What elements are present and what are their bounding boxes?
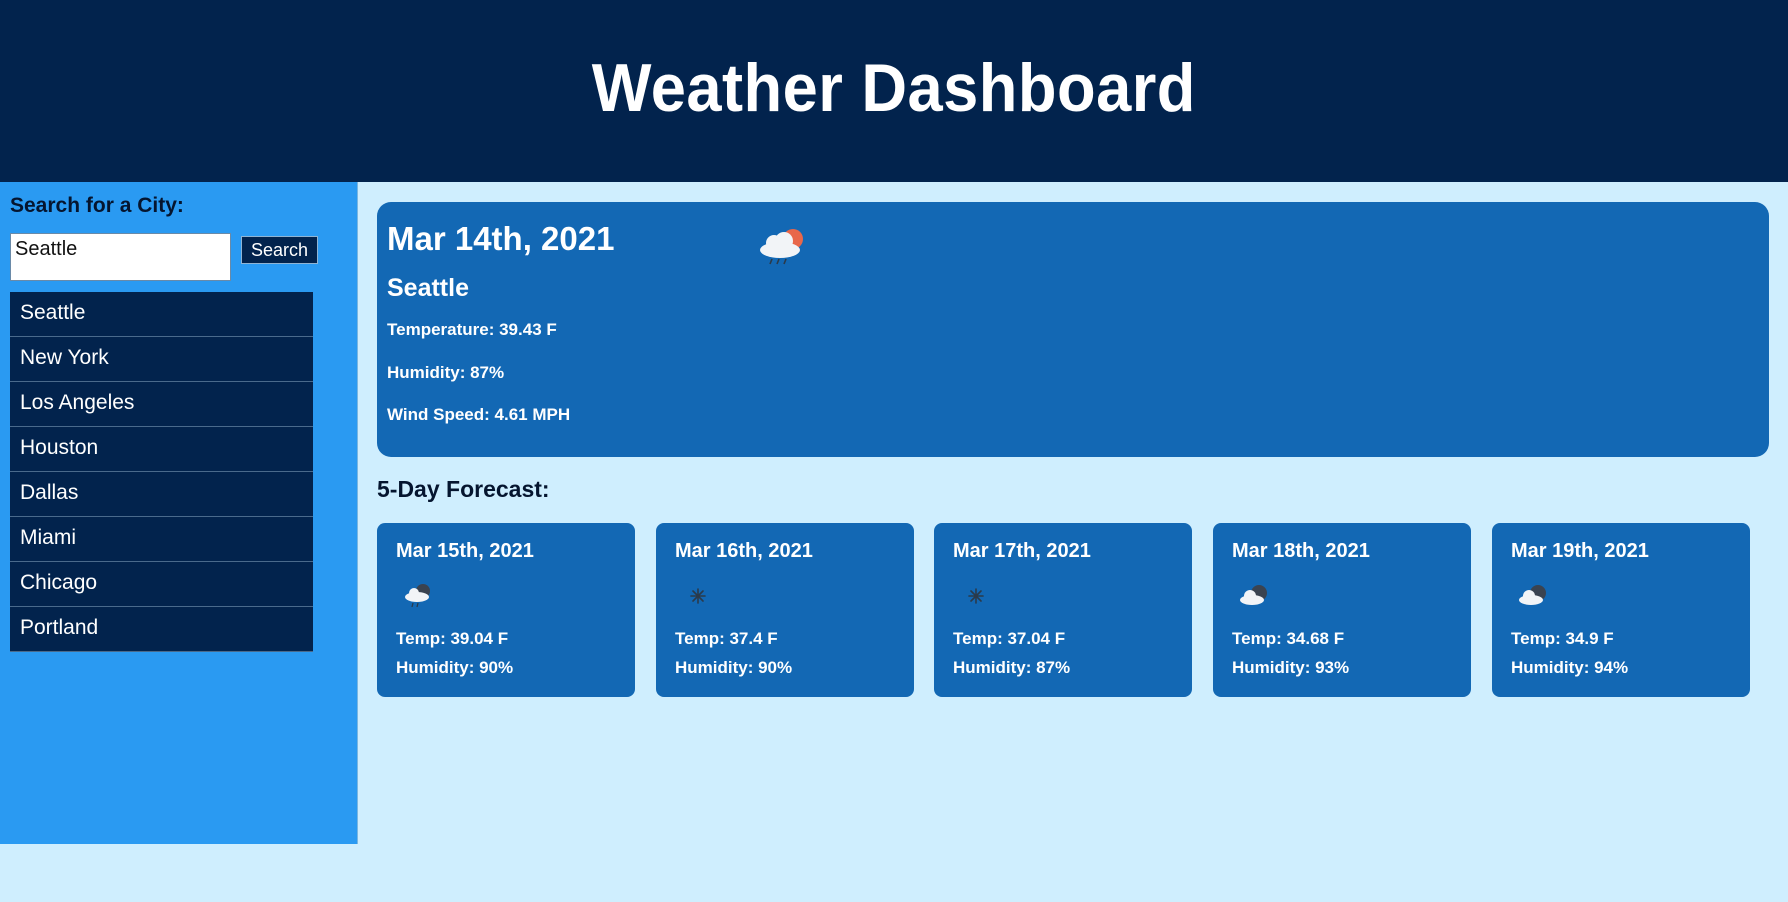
current-city-name: Seattle xyxy=(387,274,469,302)
forecast-date: Mar 16th, 2021 xyxy=(675,540,813,562)
forecast-humidity: Humidity: 93% xyxy=(1232,658,1350,677)
rain-cloud-icon xyxy=(401,581,437,611)
forecast-card: Mar 16th, 2021 Temp: 37.4 F Humidity: 90… xyxy=(656,523,914,697)
forecast-temp: Temp: 37.4 F xyxy=(675,629,778,648)
forecast-temp: Temp: 39.04 F xyxy=(396,629,509,648)
city-item-dallas[interactable]: Dallas xyxy=(10,472,313,517)
snowflake-icon xyxy=(958,581,994,611)
current-humidity: Humidity: 87% xyxy=(387,363,505,382)
current-temperature: Temperature: 39.43 F xyxy=(387,320,557,339)
forecast-title: 5-Day Forecast: xyxy=(377,476,550,502)
snowflake-icon xyxy=(680,581,716,611)
city-item-chicago[interactable]: Chicago xyxy=(10,562,313,607)
page-title: Weather Dashboard xyxy=(591,50,1197,126)
current-date: Mar 14th, 2021 xyxy=(387,220,615,257)
forecast-humidity: Humidity: 90% xyxy=(675,658,793,677)
forecast-date: Mar 15th, 2021 xyxy=(396,540,534,562)
forecast-card: Mar 15th, 2021 Temp: 39.04 F Humidity: 9… xyxy=(377,523,635,697)
city-item-los-angeles[interactable]: Los Angeles xyxy=(10,382,313,427)
page-header: Weather Dashboard xyxy=(0,0,1788,182)
current-weather-card: Mar 14th, 2021 Seattle Temperature: 39.4… xyxy=(377,202,1769,457)
city-item-portland[interactable]: Portland xyxy=(10,607,313,652)
city-item-houston[interactable]: Houston xyxy=(10,427,313,472)
forecast-date: Mar 19th, 2021 xyxy=(1511,540,1649,562)
city-history-list: Seattle New York Los Angeles Houston Dal… xyxy=(10,292,313,652)
rain-cloud-sun-icon xyxy=(752,226,812,270)
forecast-card: Mar 19th, 2021 Temp: 34.9 F Humidity: 94… xyxy=(1492,523,1750,697)
partly-cloudy-night-icon xyxy=(1237,581,1273,611)
city-search-input[interactable] xyxy=(10,233,231,281)
city-item-miami[interactable]: Miami xyxy=(10,517,313,562)
forecast-humidity: Humidity: 94% xyxy=(1511,658,1629,677)
forecast-date: Mar 18th, 2021 xyxy=(1232,540,1370,562)
forecast-card: Mar 17th, 2021 Temp: 37.04 F Humidity: 8… xyxy=(934,523,1192,697)
city-item-seattle[interactable]: Seattle xyxy=(10,292,313,337)
sidebar: Search for a City: Search Seattle New Yo… xyxy=(0,182,358,844)
current-wind-speed: Wind Speed: 4.61 MPH xyxy=(387,405,571,424)
city-item-new-york[interactable]: New York xyxy=(10,337,313,382)
forecast-date: Mar 17th, 2021 xyxy=(953,540,1091,562)
search-button[interactable]: Search xyxy=(241,236,318,264)
forecast-temp: Temp: 37.04 F xyxy=(953,629,1066,648)
forecast-humidity: Humidity: 90% xyxy=(396,658,514,677)
search-title: Search for a City: xyxy=(10,194,184,217)
forecast-temp: Temp: 34.9 F xyxy=(1511,629,1614,648)
forecast-humidity: Humidity: 87% xyxy=(953,658,1071,677)
forecast-temp: Temp: 34.68 F xyxy=(1232,629,1345,648)
partly-cloudy-night-icon xyxy=(1516,581,1552,611)
forecast-card: Mar 18th, 2021 Temp: 34.68 F Humidity: 9… xyxy=(1213,523,1471,697)
